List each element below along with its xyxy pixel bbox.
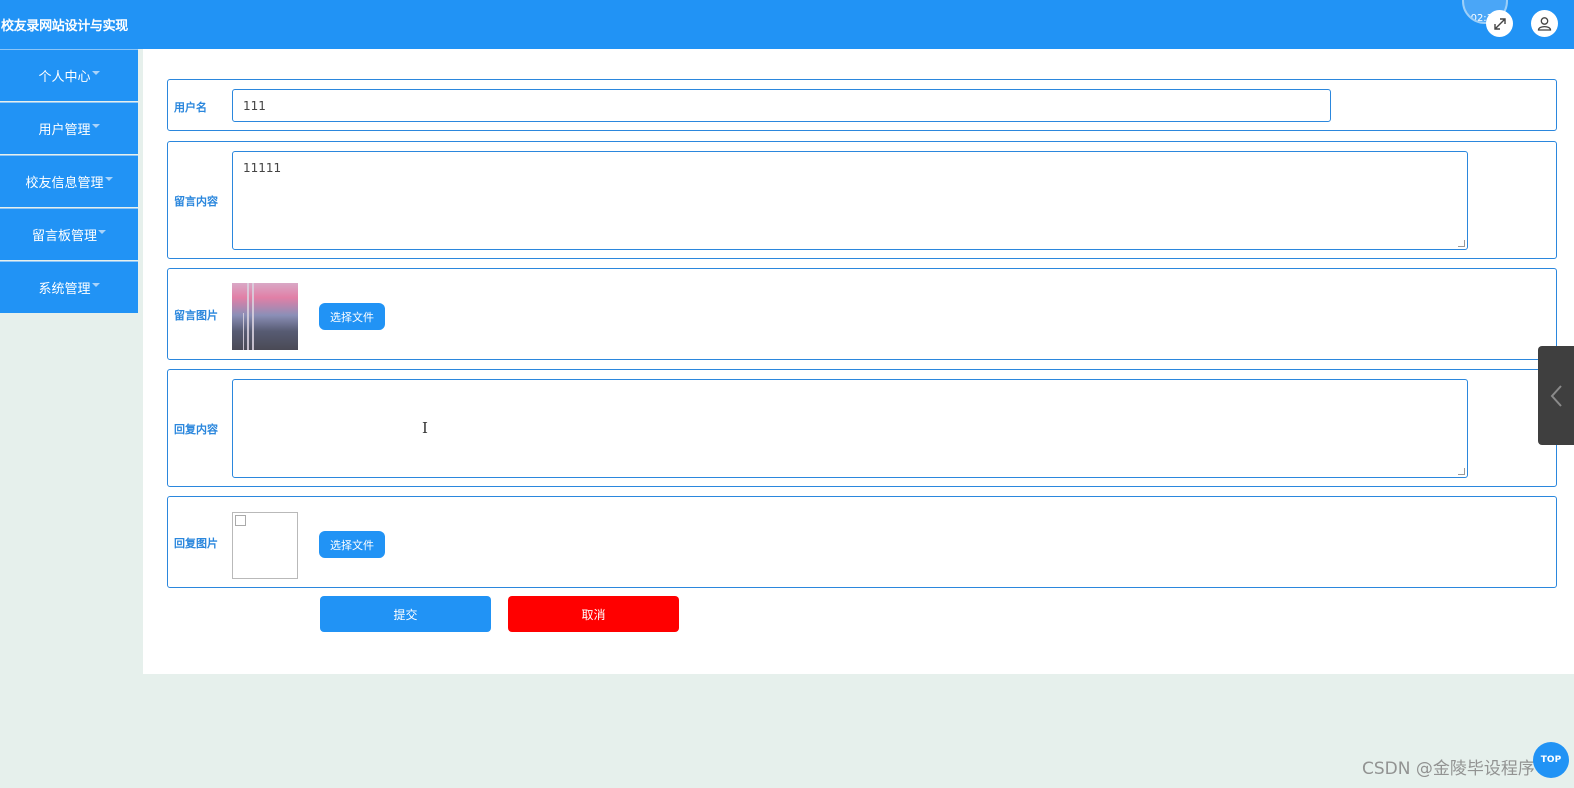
username-label: 用户名 — [174, 101, 207, 114]
reply-label: 回复内容 — [174, 423, 218, 436]
form-panel: 用户名 111 留言内容 11111 留言图片 选择文件 回复内容 回复图片 选… — [143, 49, 1574, 674]
username-input[interactable]: 111 — [232, 89, 1331, 122]
reply-image-choose-button[interactable]: 选择文件 — [319, 531, 385, 558]
chevron-down-icon — [91, 282, 100, 287]
resize-handle-icon[interactable] — [1458, 240, 1465, 247]
sidebar-item-label: 个人中心 — [38, 70, 91, 85]
message-image-choose-button[interactable]: 选择文件 — [319, 303, 385, 330]
sidebar: 个人中心 用户管理 校友信息管理 留言板管理 系统管理 — [0, 49, 138, 314]
text-cursor-icon: I — [422, 419, 428, 437]
sidebar-item-personal-center[interactable]: 个人中心 — [0, 49, 138, 101]
message-image-row: 留言图片 选择文件 — [167, 268, 1557, 360]
sidebar-item-alumni-info[interactable]: 校友信息管理 — [0, 155, 138, 207]
user-button[interactable] — [1531, 10, 1558, 37]
reply-image-row: 回复图片 选择文件 — [167, 496, 1557, 588]
sidebar-item-label: 系统管理 — [38, 282, 91, 297]
broken-image-icon — [235, 515, 246, 526]
message-image-preview — [232, 283, 298, 350]
message-text: 11111 — [243, 161, 282, 175]
username-row: 用户名 111 — [167, 79, 1557, 131]
reply-textarea[interactable] — [232, 379, 1468, 478]
chevron-down-icon — [91, 70, 100, 75]
reply-row: 回复内容 — [167, 369, 1557, 487]
chevron-left-icon — [1550, 384, 1562, 407]
reply-image-label: 回复图片 — [174, 537, 218, 550]
chevron-down-icon — [91, 123, 100, 128]
sidebar-item-system[interactable]: 系统管理 — [0, 261, 138, 313]
message-image-label: 留言图片 — [174, 309, 218, 322]
expand-icon — [1493, 17, 1506, 30]
top-bar: 校友录网站设计与实现 02:12 — [0, 0, 1574, 49]
app-title: 校友录网站设计与实现 — [1, 19, 129, 34]
reply-image-placeholder — [232, 512, 298, 579]
message-textarea[interactable]: 11111 — [232, 151, 1468, 250]
chevron-down-icon — [98, 229, 106, 234]
user-icon — [1537, 17, 1552, 31]
submit-button[interactable]: 提交 — [320, 596, 491, 632]
sidebar-item-user-management[interactable]: 用户管理 — [0, 102, 138, 154]
sidebar-item-label: 用户管理 — [38, 123, 91, 138]
side-drawer-toggle[interactable] — [1538, 346, 1574, 445]
message-row: 留言内容 11111 — [167, 141, 1557, 259]
back-to-top-button[interactable]: TOP — [1533, 742, 1569, 778]
sidebar-item-label: 留言板管理 — [31, 229, 97, 244]
fullscreen-button[interactable] — [1486, 10, 1513, 37]
chevron-down-icon — [104, 176, 113, 181]
watermark: CSDN @金陵毕设程序 — [1362, 759, 1535, 779]
resize-handle-icon[interactable] — [1458, 468, 1465, 475]
message-label: 留言内容 — [174, 195, 218, 208]
cancel-button[interactable]: 取消 — [508, 596, 679, 632]
sidebar-item-label: 校友信息管理 — [25, 176, 104, 191]
sidebar-item-message-board[interactable]: 留言板管理 — [0, 208, 138, 260]
